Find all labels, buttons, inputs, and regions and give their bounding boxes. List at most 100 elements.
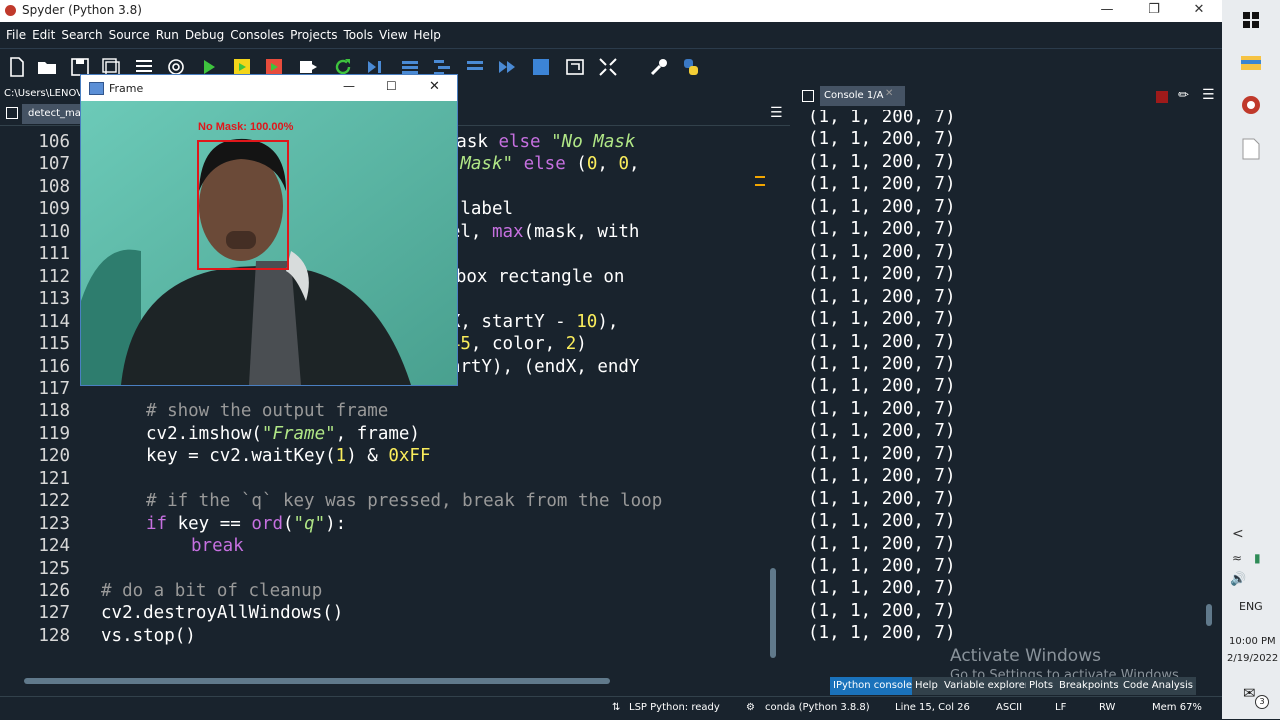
tab-breakpoints[interactable]: Breakpoints <box>1056 677 1122 695</box>
file-explorer-icon[interactable] <box>1240 52 1262 72</box>
minimize-button[interactable]: — <box>1084 0 1130 22</box>
line-number: 125 <box>38 558 70 579</box>
memory-usage: Mem 67% <box>1152 702 1202 713</box>
code-line[interactable]: if key == ord("q"): <box>146 514 346 534</box>
browse-tabs-icon[interactable] <box>6 107 18 119</box>
input-language[interactable]: ENG <box>1239 600 1263 613</box>
continue-icon[interactable] <box>497 57 517 77</box>
menu-view[interactable]: View <box>376 22 410 48</box>
menu-projects[interactable]: Projects <box>287 22 340 48</box>
battery-icon[interactable]: ▮ <box>1254 551 1261 565</box>
console-options-icon[interactable]: ☰ <box>1202 87 1215 103</box>
console-output-line: (1, 1, 200, 7) <box>808 398 956 419</box>
editor-scroll-thumb[interactable] <box>770 568 776 658</box>
conda-env[interactable]: conda (Python 3.8.8) <box>765 702 870 713</box>
browse-console-tabs-icon[interactable] <box>802 90 814 102</box>
code-line[interactable]: break <box>191 536 244 556</box>
frame-maximize-button[interactable]: ☐ <box>386 79 397 93</box>
show-hidden-icons-icon[interactable]: < <box>1232 526 1244 542</box>
menu-edit[interactable]: Edit <box>29 22 58 48</box>
console-scroll-thumb[interactable] <box>1206 604 1212 626</box>
tab-ipython-console[interactable]: IPython console <box>830 677 916 695</box>
menu-source[interactable]: Source <box>106 22 153 48</box>
menu-debug[interactable]: Debug <box>182 22 227 48</box>
frame-close-button[interactable]: ✕ <box>429 79 440 94</box>
interrupt-kernel-icon[interactable] <box>1156 91 1168 103</box>
tab-variable-explorer[interactable]: Variable explorer <box>941 677 1032 695</box>
frame-window[interactable]: Frame — ☐ ✕ No Mask: 100.00% <box>80 74 458 386</box>
lsp-status[interactable]: LSP Python: ready <box>629 702 720 713</box>
maximize-button[interactable]: ❐ <box>1131 0 1177 22</box>
clear-console-icon[interactable]: ✏ <box>1178 88 1189 103</box>
menu-help[interactable]: Help <box>411 22 444 48</box>
console-output-line: (1, 1, 200, 7) <box>808 151 956 172</box>
working-directory-path[interactable]: C:\Users\LENOVO <box>4 88 91 99</box>
menu-consoles[interactable]: Consoles <box>227 22 287 48</box>
new-file-icon[interactable] <box>7 57 27 77</box>
step-return-icon[interactable] <box>465 57 485 77</box>
python-path-icon[interactable] <box>681 57 701 77</box>
code-line[interactable]: # do a bit of cleanup <box>101 581 322 601</box>
clock-date[interactable]: 2/19/2022 <box>1227 653 1278 664</box>
code-line[interactable]: cv2.imshow("Frame", frame) <box>146 424 420 444</box>
console-output-line: (1, 1, 200, 7) <box>808 421 956 442</box>
frame-minimize-button[interactable]: — <box>343 79 355 93</box>
code-line[interactable]: vs.stop() <box>101 626 196 646</box>
close-button[interactable]: ✕ <box>1176 0 1222 22</box>
wrench-icon[interactable] <box>649 57 669 77</box>
close-console-tab-icon[interactable]: ✕ <box>885 88 893 99</box>
line-number: 119 <box>38 423 70 444</box>
console-output-line: (1, 1, 200, 7) <box>808 110 956 127</box>
tab-help[interactable]: Help <box>912 677 941 695</box>
menu-run[interactable]: Run <box>153 22 182 48</box>
code-line[interactable]: # if the `q` key was pressed, break from… <box>146 491 662 511</box>
face-bounding-box <box>197 140 289 270</box>
volume-icon[interactable]: 🔊 <box>1230 572 1246 587</box>
menu-search[interactable]: Search <box>58 22 105 48</box>
wifi-icon[interactable]: ≈ <box>1232 551 1242 565</box>
line-number: 115 <box>38 334 70 355</box>
notification-center-icon[interactable]: ✉ <box>1243 684 1256 702</box>
maximize-pane-icon[interactable] <box>565 57 585 77</box>
tab-plots[interactable]: Plots <box>1026 677 1057 695</box>
code-line[interactable]: key = cv2.waitKey(1) & 0xFF <box>146 446 431 466</box>
console-tab-bar: Console 1/A ✕ ✏ ☰ <box>794 85 1222 107</box>
console-output-line: (1, 1, 200, 7) <box>808 353 956 374</box>
line-number: 118 <box>38 401 70 422</box>
console-output-line: (1, 1, 200, 7) <box>808 578 956 599</box>
start-windows-icon[interactable] <box>1243 12 1259 28</box>
line-number: 108 <box>38 176 70 197</box>
editor-horizontal-scrollbar[interactable] <box>10 676 770 686</box>
lsp-status-icon: ⇅ <box>612 702 621 713</box>
notepad-icon[interactable] <box>1242 138 1260 160</box>
console-output-line: (1, 1, 200, 7) <box>808 241 956 262</box>
tab-code-analysis[interactable]: Code Analysis <box>1120 677 1196 695</box>
line-number: 122 <box>38 491 70 512</box>
console-output-line: (1, 1, 200, 7) <box>808 443 956 464</box>
editor-vertical-scrollbar[interactable] <box>768 126 778 666</box>
horizontal-scroll-thumb[interactable] <box>24 678 610 684</box>
fullscreen-icon[interactable] <box>598 57 618 77</box>
console-output-line: (1, 1, 200, 7) <box>808 556 956 576</box>
line-number: 127 <box>38 603 70 624</box>
line-number: 113 <box>38 289 70 310</box>
clock-time[interactable]: 10:00 PM <box>1229 636 1276 647</box>
windows-taskbar: < ≈ ▮ 🔊 ENG 10:00 PM 2/19/2022 ✉ 3 <box>1222 0 1280 719</box>
console-scrollbar[interactable] <box>1204 110 1214 666</box>
spyder-taskbar-icon[interactable] <box>1241 95 1261 115</box>
console-output-line: (1, 1, 200, 7) <box>808 488 956 509</box>
code-line[interactable]: # show the output frame <box>146 401 388 421</box>
stop-icon[interactable] <box>531 57 551 77</box>
ipython-console[interactable]: (1, 1, 200, 7) (1, 1, 200, 7) (1, 1, 200, … <box>800 110 1216 670</box>
menu-tools[interactable]: Tools <box>340 22 376 48</box>
line-number: 109 <box>38 199 70 220</box>
menu-bar: File Edit Search Source Run Debug Consoles Proj… <box>0 22 1222 49</box>
code-line[interactable]: cv2.destroyAllWindows() <box>101 603 343 623</box>
editor-options-icon[interactable]: ☰ <box>770 105 783 121</box>
line-number: 128 <box>38 625 70 646</box>
menu-file[interactable]: File <box>3 22 29 48</box>
console-output-line: (1, 1, 200, 7) <box>808 309 956 330</box>
pane-tab-bar: IPython console Help Variable explorer P… <box>830 677 1220 695</box>
open-folder-icon[interactable] <box>37 57 57 77</box>
line-number-gutter: 106 107 108 109 110 111 112 113 114 115 116 117 118 1… <box>0 126 80 672</box>
